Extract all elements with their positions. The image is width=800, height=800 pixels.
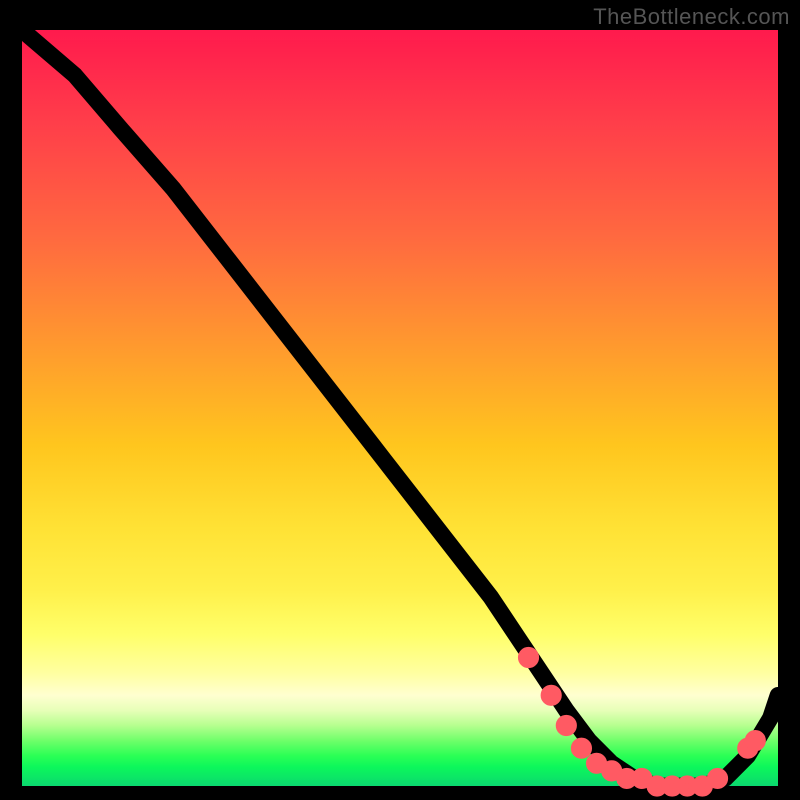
curve-marker <box>749 734 763 748</box>
curve-marker <box>711 772 725 786</box>
curve-marker <box>590 757 604 771</box>
curve-marker <box>635 772 649 786</box>
curve-marker <box>575 741 589 755</box>
curve-marker <box>560 719 574 733</box>
curve-marker <box>544 688 558 702</box>
curve-marker <box>605 764 619 778</box>
curve-marker <box>696 779 710 793</box>
chart-frame: TheBottleneck.com <box>0 0 800 800</box>
chart-svg <box>22 30 778 786</box>
watermark-text: TheBottleneck.com <box>593 4 790 30</box>
curve-marker <box>522 651 536 665</box>
bottleneck-curve <box>22 30 778 786</box>
